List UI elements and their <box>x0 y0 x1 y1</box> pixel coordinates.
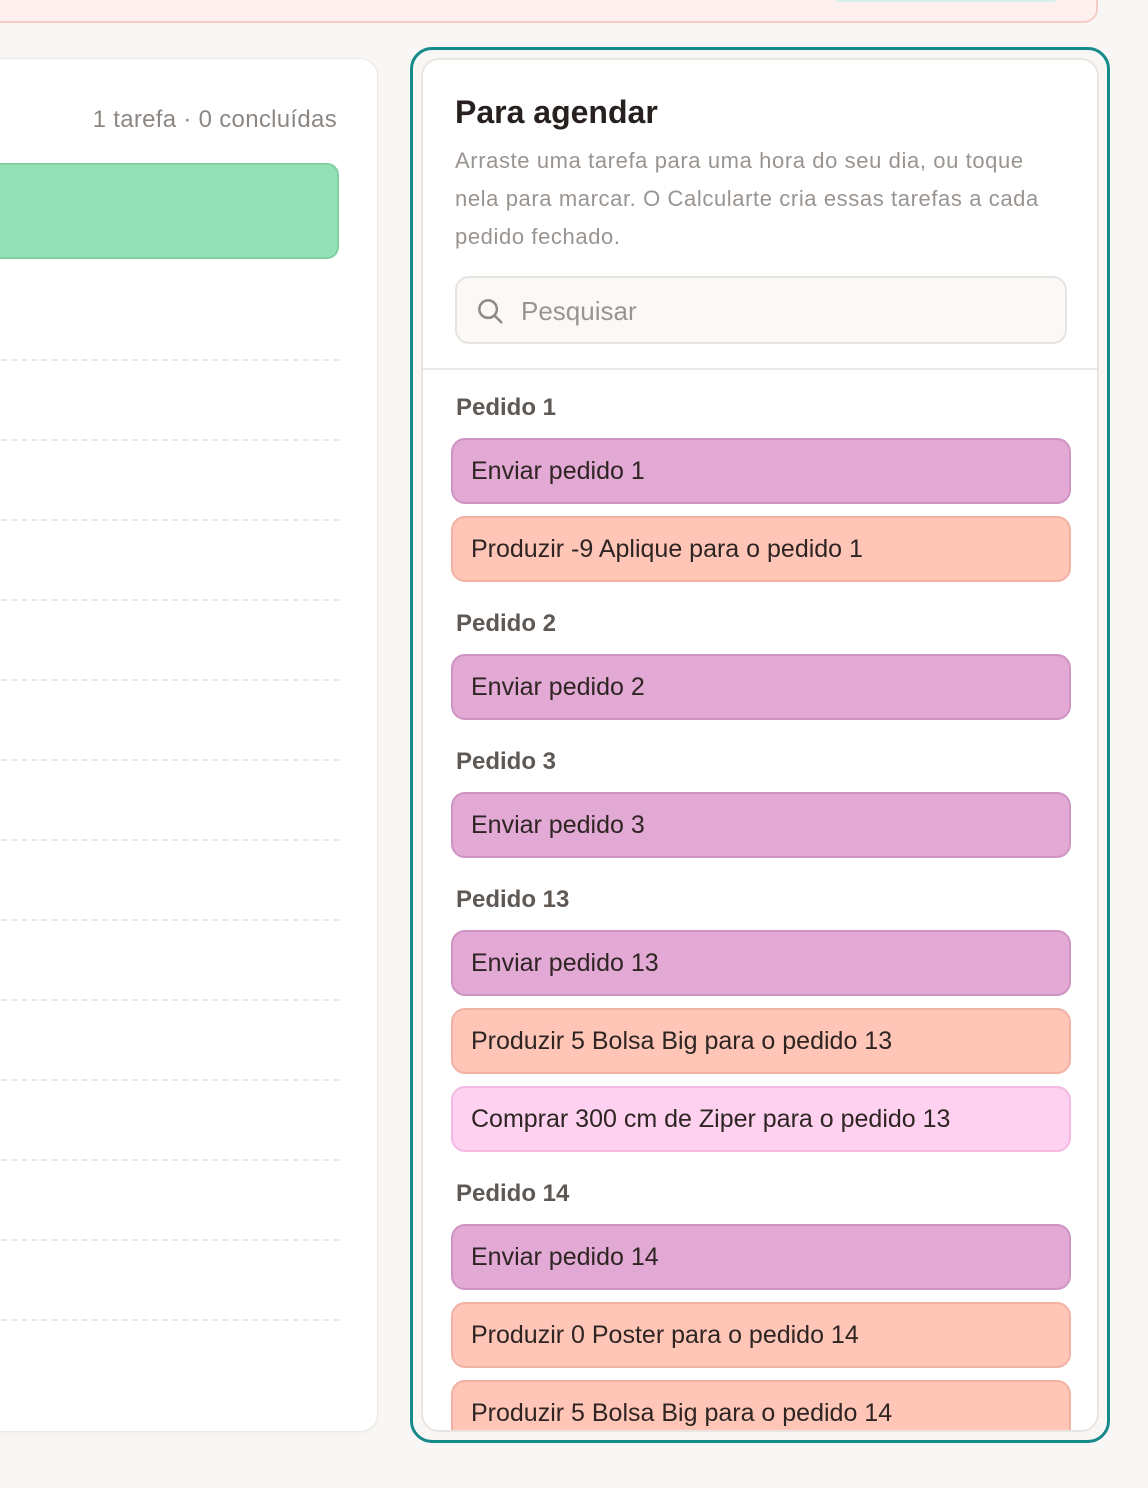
order-group-title: Pedido 1 <box>456 394 557 421</box>
hour-slot[interactable] <box>0 839 339 841</box>
search-input[interactable] <box>519 278 1053 344</box>
scheduled-task[interactable] <box>0 163 339 259</box>
hour-slot[interactable] <box>0 919 339 921</box>
task-chip-produzir[interactable]: Produzir -9 Aplique para o pedido 1 <box>451 516 1071 582</box>
hour-slot[interactable] <box>0 599 339 601</box>
hour-slot[interactable] <box>0 1239 339 1241</box>
hour-slot[interactable] <box>0 1319 339 1321</box>
task-chip-comprar[interactable]: Comprar 300 cm de Ziper para o pedido 13 <box>451 1086 1071 1152</box>
hour-slot[interactable] <box>0 1159 339 1161</box>
hour-slot[interactable] <box>0 759 339 761</box>
search-box[interactable] <box>455 276 1067 344</box>
task-chip-enviar[interactable]: Enviar pedido 14 <box>451 1224 1071 1290</box>
hour-slot[interactable] <box>0 519 339 521</box>
hour-slot[interactable] <box>0 999 339 1001</box>
task-chip-enviar[interactable]: Enviar pedido 1 <box>451 438 1071 504</box>
search-icon <box>478 299 503 324</box>
hour-slot[interactable] <box>0 679 339 681</box>
task-chip-produzir[interactable]: Produzir 5 Bolsa Big para o pedido 13 <box>451 1008 1071 1074</box>
top-banner <box>0 0 1098 23</box>
hour-slot[interactable] <box>0 439 339 441</box>
top-banner-button[interactable] <box>836 0 1056 2</box>
task-chip-enviar[interactable]: Enviar pedido 13 <box>451 930 1071 996</box>
task-chip-produzir[interactable]: Produzir 5 Bolsa Big para o pedido 14 <box>451 1380 1071 1430</box>
hour-slot[interactable] <box>0 1079 339 1081</box>
order-group-title: Pedido 14 <box>456 1180 570 1207</box>
panel-title: Para agendar <box>455 94 658 130</box>
task-list: Pedido 1 Enviar pedido 1 Produzir -9 Apliq… <box>451 378 1071 1430</box>
hour-slot[interactable] <box>0 359 339 361</box>
panel-description: Arraste uma tarefa para uma hora do seu … <box>455 148 1039 249</box>
order-group-title: Pedido 13 <box>456 886 570 913</box>
order-group-title: Pedido 2 <box>456 610 557 637</box>
task-chip-enviar[interactable]: Enviar pedido 2 <box>451 654 1071 720</box>
to-schedule-panel: Para agendar Arraste uma tarefa para uma… <box>421 58 1099 1432</box>
task-chip-enviar[interactable]: Enviar pedido 3 <box>451 792 1071 858</box>
day-summary: 1 tarefa · 0 concluídas <box>92 106 337 133</box>
order-group-title: Pedido 3 <box>456 748 557 775</box>
day-timeline-panel: 1 tarefa · 0 concluídas <box>0 58 378 1432</box>
task-chip-produzir[interactable]: Produzir 0 Poster para o pedido 14 <box>451 1302 1071 1368</box>
panel-divider <box>423 368 1097 370</box>
